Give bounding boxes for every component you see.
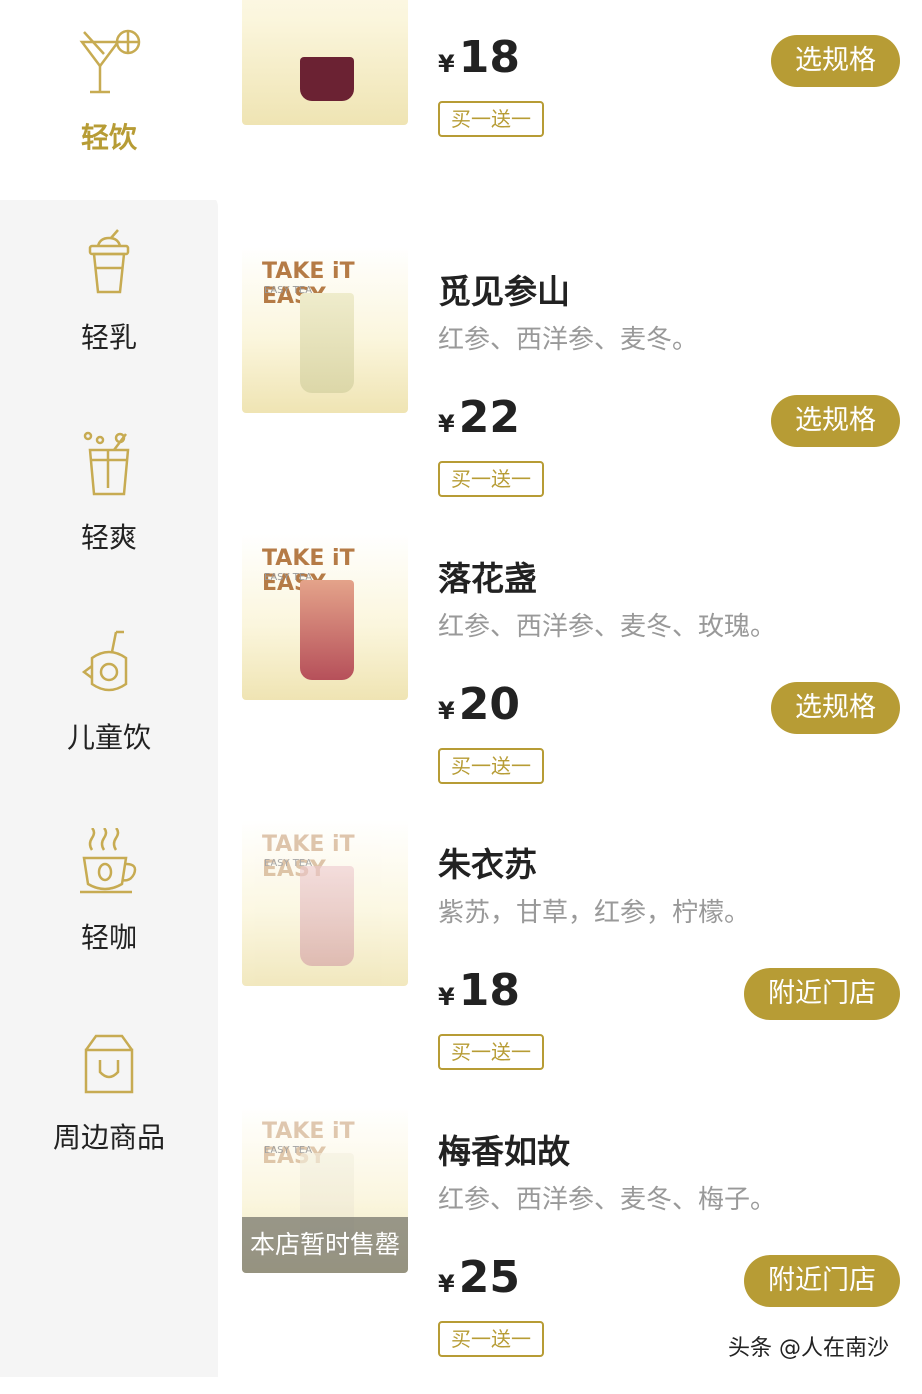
product-image[interactable]: TAKE iT EASY EASY TEA xyxy=(242,820,408,986)
product-price: ¥22 xyxy=(438,392,520,443)
product-card[interactable]: TAKE iT EASY EASY TEA 朱衣苏 紫苏，甘草，红参，柠檬。 ¥… xyxy=(242,820,922,1107)
sidebar-item-label: 轻乳 xyxy=(80,321,137,354)
product-description: 红参、西洋参、麦冬、梅子。 xyxy=(438,1185,777,1215)
product-description: 紫苏，甘草，红参，柠檬。 xyxy=(438,898,751,928)
product-image[interactable]: TAKE iT EASY EASY TEA xyxy=(242,534,408,700)
product-price: ¥25 xyxy=(438,1252,520,1303)
sidebar-item-label: 轻咖 xyxy=(80,921,137,954)
sold-out-overlay: 本店暂时售罄 xyxy=(242,1217,408,1273)
price-value: 18 xyxy=(458,965,520,1016)
sidebar-item-light-milk[interactable]: 轻乳 xyxy=(0,200,218,400)
promo-badge: 买一送一 xyxy=(438,101,544,137)
nearby-stores-button[interactable]: 附近门店 xyxy=(744,968,900,1020)
price-value: 20 xyxy=(458,679,520,730)
promo-badge: 买一送一 xyxy=(438,461,544,497)
price-value: 18 xyxy=(458,32,520,83)
price-value: 25 xyxy=(458,1252,520,1303)
currency-symbol: ¥ xyxy=(438,50,455,78)
drink-cup xyxy=(300,57,354,101)
drink-cup xyxy=(300,866,354,966)
product-card[interactable]: TAKE iT EASY EASY TEA 觅见参山 红参、西洋参、麦冬。 ¥2… xyxy=(242,247,922,534)
product-description: 红参、西洋参、麦冬、玫瑰。 xyxy=(438,612,777,642)
product-name: 朱衣苏 xyxy=(438,845,537,884)
nearby-stores-button[interactable]: 附近门店 xyxy=(744,1255,900,1307)
currency-symbol: ¥ xyxy=(438,1270,455,1298)
drink-cup xyxy=(300,580,354,680)
product-price: ¥18 xyxy=(438,965,520,1016)
fizzy-drink-icon xyxy=(83,431,130,496)
sidebar-item-label: 儿童饮 xyxy=(66,721,151,754)
product-card[interactable]: TAKE iT EASY EASY TEA 落花盏 红参、西洋参、麦冬、玫瑰。 … xyxy=(242,534,922,821)
sidebar-item-label: 轻爽 xyxy=(80,521,137,554)
product-price: ¥18 xyxy=(438,32,520,83)
sidebar-item-light-drinks[interactable]: 轻饮 xyxy=(0,0,218,200)
promo-badge: 买一送一 xyxy=(438,1034,544,1070)
sidebar-item-merchandise[interactable]: 周边商品 xyxy=(0,1000,218,1200)
sidebar-item-label: 周边商品 xyxy=(52,1121,165,1154)
select-spec-button[interactable]: 选规格 xyxy=(771,682,900,734)
watermark: 头条 @人在南沙 xyxy=(728,1336,889,1361)
promo-badge: 买一送一 xyxy=(438,1321,544,1357)
currency-symbol: ¥ xyxy=(438,410,455,438)
product-name: 觅见参山 xyxy=(438,272,570,311)
product-image[interactable]: TAKE iT EASY EASY TEA 本店暂时售罄 xyxy=(242,1107,408,1273)
select-spec-button[interactable]: 选规格 xyxy=(771,35,900,87)
product-price: ¥20 xyxy=(438,679,520,730)
kids-drink-icon xyxy=(81,630,128,692)
product-name: 梅香如故 xyxy=(438,1132,570,1171)
sidebar-item-kids-drinks[interactable]: 儿童饮 xyxy=(0,600,218,800)
select-spec-button[interactable]: 选规格 xyxy=(771,395,900,447)
promo-badge: 买一送一 xyxy=(438,748,544,784)
sidebar-item-label: 轻饮 xyxy=(80,121,137,154)
product-description: 红参、西洋参、麦冬。 xyxy=(438,325,699,355)
category-sidebar: 轻饮 轻乳 轻爽 儿童饮 轻咖 周边商品 xyxy=(0,0,218,1377)
product-image[interactable]: TAKE iT EASY EASY TEA xyxy=(242,247,408,413)
price-value: 22 xyxy=(458,392,520,443)
currency-symbol: ¥ xyxy=(438,983,455,1011)
coffee-cup-icon xyxy=(80,828,137,894)
drink-cup xyxy=(300,293,354,393)
milk-cup-icon xyxy=(88,229,130,294)
currency-symbol: ¥ xyxy=(438,697,455,725)
cocktail-icon xyxy=(79,29,141,94)
product-image[interactable] xyxy=(242,0,408,125)
shopping-bag-icon xyxy=(84,1034,134,1094)
product-card[interactable]: ¥18 买一送一 选规格 xyxy=(242,0,922,174)
product-name: 落花盏 xyxy=(438,559,537,598)
sidebar-item-light-coffee[interactable]: 轻咖 xyxy=(0,800,218,1000)
sidebar-item-refreshing[interactable]: 轻爽 xyxy=(0,400,218,600)
